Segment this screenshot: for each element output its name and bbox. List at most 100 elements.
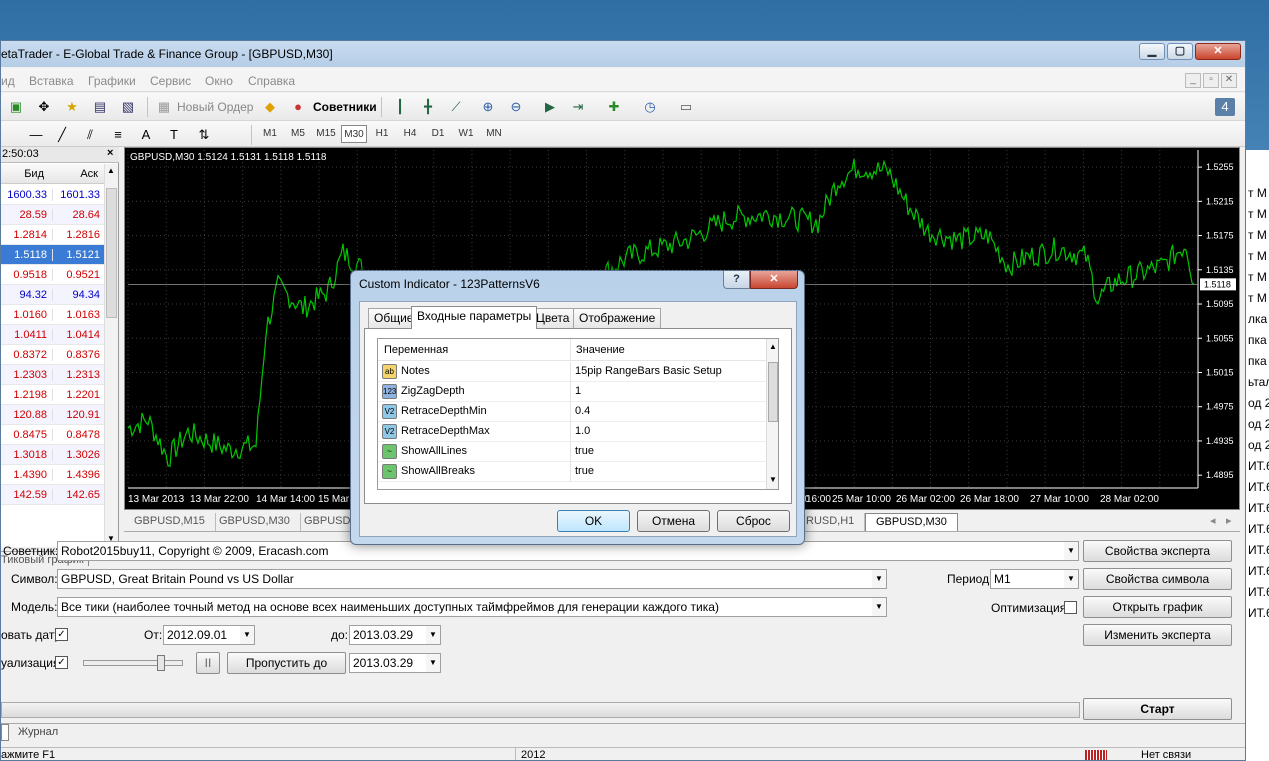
crosshair-icon[interactable]: ✥	[35, 98, 53, 116]
market-watch-row[interactable]: 1.0411 1.0414	[1, 325, 104, 345]
market-watch-row[interactable]: 28.59 28.64	[1, 205, 104, 225]
from-date-picker[interactable]: 2012.09.01 ▼	[163, 625, 255, 645]
line-chart-icon[interactable]: ⟋	[447, 98, 465, 116]
tester-icon[interactable]: ▧	[119, 98, 137, 116]
templates-icon[interactable]: ▭	[677, 98, 695, 116]
close-button[interactable]: ✕	[1195, 43, 1241, 60]
new-order-button[interactable]: Новый Ордер	[177, 100, 253, 114]
symbol-select[interactable]: GBPUSD, Great Britain Pound vs US Dollar…	[57, 569, 887, 589]
chart-tab-gbpusd-m15[interactable]: GBPUSD,M15	[124, 513, 216, 531]
mdi-minimize-button[interactable]: _	[1185, 73, 1201, 88]
to-date-picker[interactable]: 2013.03.29 ▼	[349, 625, 441, 645]
menu-view[interactable]: ид	[1, 74, 15, 88]
timeframe-m1[interactable]: M1	[257, 125, 283, 143]
market-watch-icon[interactable]: ▣	[7, 98, 25, 116]
text-icon[interactable]: A	[137, 126, 155, 144]
menu-tools[interactable]: Сервис	[150, 74, 191, 88]
parameter-value[interactable]: 0.4	[575, 402, 590, 421]
parameter-row[interactable]: 123 ZigZagDepth 1	[378, 382, 766, 402]
skip-to-button[interactable]: Пропустить до	[227, 652, 346, 674]
mdi-close-button[interactable]: ✕	[1221, 73, 1237, 88]
chart-tab-active[interactable]: GBPUSD,M30	[865, 513, 958, 531]
reset-button[interactable]: Сброс	[717, 510, 790, 532]
parameter-row[interactable]: ~ ShowAllLines true	[378, 442, 766, 462]
parameter-value[interactable]: true	[575, 462, 594, 481]
visualization-checkbox[interactable]: ✓	[55, 656, 68, 669]
period-select[interactable]: M1 ▼	[990, 569, 1079, 589]
terminal-icon[interactable]: ▤	[91, 98, 109, 116]
tab-visualization[interactable]: Отображение	[573, 308, 662, 328]
speed-slider[interactable]	[83, 655, 183, 671]
menu-insert[interactable]: Вставка	[29, 74, 74, 88]
column-variable[interactable]: Переменная	[378, 339, 570, 361]
trendline-icon[interactable]: ╱	[53, 126, 71, 144]
market-watch-row[interactable]: 0.8372 0.8376	[1, 345, 104, 365]
grid-scrollbar[interactable]: ▲ ▼	[766, 339, 778, 489]
speed-slider-thumb[interactable]	[157, 655, 165, 671]
market-watch-row[interactable]: 1.5118 1.5121	[1, 245, 104, 265]
menu-charts[interactable]: Графики	[88, 74, 136, 88]
autoscroll-icon[interactable]: ▶	[541, 98, 559, 116]
parameter-value[interactable]: 1	[575, 382, 581, 401]
zoom-in-icon[interactable]: ⊕	[479, 98, 497, 116]
notifications-icon[interactable]: 4	[1215, 98, 1235, 116]
symbol-properties-button[interactable]: Свойства символа	[1083, 568, 1232, 590]
market-watch-row[interactable]: 120.88 120.91	[1, 405, 104, 425]
advisors-icon[interactable]: ●	[289, 98, 307, 116]
channel-icon[interactable]: ⫽	[81, 126, 99, 144]
menu-help[interactable]: Справка	[248, 74, 295, 88]
use-date-checkbox[interactable]: ✓	[55, 628, 68, 641]
market-watch-row[interactable]: 1.4390 1.4396	[1, 465, 104, 485]
column-bid[interactable]: Бид	[24, 168, 44, 180]
timeframe-d1[interactable]: D1	[425, 125, 451, 143]
chart-tab-gbpusd-m30[interactable]: GBPUSD,M30	[209, 513, 301, 531]
tab-settings[interactable]	[1, 724, 9, 741]
timeframe-mn[interactable]: MN	[481, 125, 507, 143]
scroll-down-icon[interactable]: ▼	[769, 475, 777, 484]
bar-chart-icon[interactable]: ┃	[391, 98, 409, 116]
optimization-checkbox[interactable]	[1064, 601, 1077, 614]
menu-window[interactable]: Окно	[205, 74, 233, 88]
advisors-button[interactable]: Советники	[313, 100, 377, 114]
chart-tab-rusd-h1[interactable]: RUSD,H1	[796, 513, 866, 531]
market-watch-row[interactable]: 142.59 142.65	[1, 485, 104, 505]
market-watch-row[interactable]: 1.0160 1.0163	[1, 305, 104, 325]
parameter-row[interactable]: ~ ShowAllBreaks true	[378, 462, 766, 482]
market-watch-row[interactable]: 1.2814 1.2816	[1, 225, 104, 245]
horizontal-line-icon[interactable]: —	[27, 126, 45, 144]
ok-button[interactable]: OK	[557, 510, 630, 532]
parameter-row[interactable]: V2 RetraceDepthMax 1.0	[378, 422, 766, 442]
parameter-value[interactable]: true	[575, 442, 594, 461]
minimize-button[interactable]: ▁	[1139, 43, 1165, 60]
tab-scroll-left-icon[interactable]: ◂	[1210, 514, 1216, 527]
close-icon[interactable]: ×	[107, 147, 113, 159]
parameter-value[interactable]: 1.0	[575, 422, 590, 441]
column-ask[interactable]: Аск	[80, 168, 98, 180]
market-watch-scrollbar[interactable]: ▲ ▼	[104, 164, 118, 547]
timeframe-h4[interactable]: H4	[397, 125, 423, 143]
timeframe-m30[interactable]: M30	[341, 125, 367, 143]
expert-properties-button[interactable]: Свойства эксперта	[1083, 540, 1232, 562]
scroll-thumb[interactable]	[768, 362, 778, 422]
tab-scroll-right-icon[interactable]: ▸	[1226, 514, 1232, 527]
cancel-button[interactable]: Отмена	[637, 510, 710, 532]
new-order-icon[interactable]: ▦	[155, 98, 173, 116]
candles-icon[interactable]: ╋	[419, 98, 437, 116]
market-watch-row[interactable]: 1.2198 1.2201	[1, 385, 104, 405]
dialog-close-button[interactable]: ✕	[750, 271, 798, 289]
mdi-restore-button[interactable]: ▫	[1203, 73, 1219, 88]
warning-icon[interactable]: ◆	[261, 98, 279, 116]
market-watch-row[interactable]: 94.32 94.34	[1, 285, 104, 305]
scroll-up-icon[interactable]: ▲	[107, 166, 115, 175]
scroll-thumb[interactable]	[106, 188, 117, 318]
parameter-value[interactable]: 15pip RangeBars Basic Setup	[575, 362, 722, 381]
chart-shift-icon[interactable]: ⇥	[569, 98, 587, 116]
market-watch-row[interactable]: 1.2303 1.2313	[1, 365, 104, 385]
modify-expert-button[interactable]: Изменить эксперта	[1083, 624, 1232, 646]
skip-to-date-picker[interactable]: 2013.03.29 ▼	[349, 653, 441, 673]
timeframe-w1[interactable]: W1	[453, 125, 479, 143]
text-label-icon[interactable]: T	[165, 126, 183, 144]
timeframe-m15[interactable]: M15	[313, 125, 339, 143]
zoom-out-icon[interactable]: ⊖	[507, 98, 525, 116]
fibo-icon[interactable]: ≡	[109, 126, 127, 144]
